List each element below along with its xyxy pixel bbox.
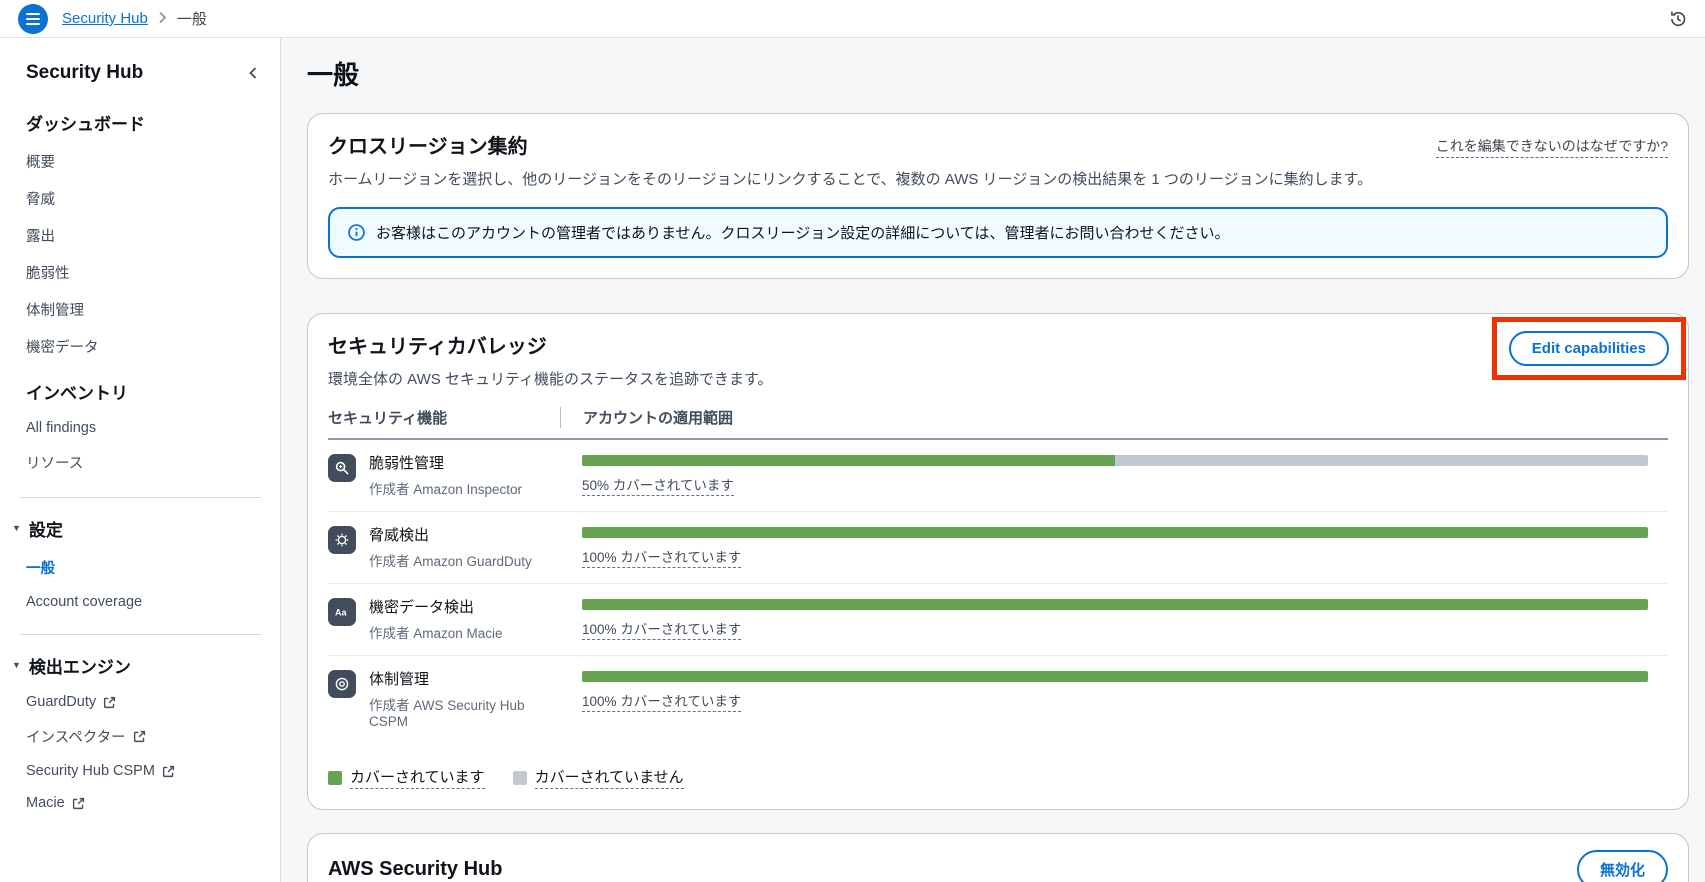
external-link-icon	[133, 730, 145, 743]
legend-covered-link[interactable]: カバーされています	[350, 766, 485, 789]
breadcrumb-separator-icon	[158, 11, 167, 26]
coverage-percentage-link[interactable]: 100% カバーされています	[582, 546, 742, 568]
history-icon[interactable]	[1669, 10, 1687, 28]
sidebar-item-overview[interactable]: 概要	[0, 143, 280, 180]
external-link-icon	[104, 696, 116, 708]
sidebar-item-macie[interactable]: Macie	[0, 787, 280, 819]
aws-security-hub-title: AWS Security Hub	[328, 858, 503, 880]
feature-name: 脆弱性管理	[369, 455, 445, 472]
main-content: 一般 クロスリージョン集約 これを編集できないのはなぜですか? ホームリージョン…	[281, 38, 1705, 882]
sidebar-item-vulnerabilities[interactable]: 脆弱性	[0, 254, 280, 291]
sidebar-item-general[interactable]: 一般	[0, 549, 280, 586]
covered-swatch-icon	[328, 770, 342, 785]
breadcrumb: Security Hub 一般	[62, 8, 207, 29]
sensitive-data-letters-icon: Aa	[328, 598, 356, 626]
sidebar-heading-dashboard: ダッシュボード	[26, 115, 145, 134]
security-coverage-description: 環境全体の AWS セキュリティ機能のステータスを追跡できます。	[328, 371, 773, 388]
sidebar-section-detection-engines[interactable]: ▼ 検出エンジン	[0, 649, 280, 686]
coverage-percentage-link[interactable]: 50% カバーされています	[582, 474, 734, 496]
feature-provider: 作成者 Amazon GuardDuty	[369, 554, 532, 569]
feature-name: 機密データ検出	[369, 599, 475, 616]
coverage-percentage-link[interactable]: 100% カバーされています	[582, 690, 742, 712]
feature-name: 体制管理	[369, 671, 430, 688]
chevron-down-icon: ▼	[12, 523, 21, 533]
annotation-highlight-box: Edit capabilities	[1491, 317, 1686, 380]
sidebar-divider	[20, 634, 261, 635]
coverage-table: セキュリティ機能 アカウントの適用範囲 脆弱性管理 作成者 Amazon Ins…	[328, 407, 1668, 742]
not-administrator-info-alert: お客様はこのアカウントの管理者ではありません。クロスリージョン設定の詳細について…	[328, 207, 1668, 258]
security-coverage-card: セキュリティカバレッジ 環境全体の AWS セキュリティ機能のステータスを追跡で…	[307, 313, 1689, 810]
sidebar-divider	[20, 497, 261, 498]
security-coverage-title: セキュリティカバレッジ	[328, 336, 547, 358]
coverage-legend: カバーされています カバーされていません	[328, 766, 1668, 789]
threat-virus-icon	[328, 526, 356, 554]
edit-capabilities-button[interactable]: Edit capabilities	[1508, 331, 1669, 366]
svg-text:Aa: Aa	[335, 608, 347, 618]
sidebar-item-security-hub-cspm[interactable]: Security Hub CSPM	[0, 755, 280, 787]
table-row-posture-management: 体制管理 作成者 AWS Security Hub CSPM 100% カバーさ…	[328, 656, 1668, 742]
sidebar-item-resources[interactable]: リソース	[0, 444, 280, 481]
legend-not-covered-link[interactable]: カバーされていません	[534, 766, 684, 789]
external-link-icon	[72, 797, 84, 809]
feature-provider: 作成者 AWS Security Hub CSPM	[369, 698, 525, 729]
feature-name: 脅威検出	[369, 527, 430, 544]
sidebar-title: Security Hub	[26, 62, 144, 83]
cross-region-card-title: クロスリージョン集約	[328, 136, 528, 158]
chevron-down-icon: ▼	[12, 660, 21, 670]
coverage-progress-bar	[582, 455, 1648, 466]
sidebar-item-posture-management[interactable]: 体制管理	[0, 291, 280, 328]
table-row-vulnerability-management: 脆弱性管理 作成者 Amazon Inspector 50% カバーされています	[328, 440, 1668, 512]
not-covered-swatch-icon	[512, 770, 527, 785]
sidebar-item-exposure[interactable]: 露出	[0, 217, 280, 254]
column-header-security-feature: セキュリティ機能	[328, 410, 448, 427]
feature-provider: 作成者 Amazon Inspector	[369, 482, 523, 497]
hamburger-menu-icon[interactable]	[18, 3, 48, 34]
why-cant-edit-link[interactable]: これを編集できないのはなぜですか?	[1435, 136, 1668, 158]
info-icon	[348, 224, 365, 241]
sidebar-item-inspector[interactable]: インスペクター	[0, 718, 280, 755]
cross-region-aggregation-card: クロスリージョン集約 これを編集できないのはなぜですか? ホームリージョンを選択…	[307, 113, 1689, 279]
feature-provider: 作成者 Amazon Macie	[369, 626, 503, 641]
sidebar-item-threats[interactable]: 脅威	[0, 180, 280, 217]
top-navigation-bar: Security Hub 一般	[0, 0, 1705, 38]
vulnerability-magnifier-icon	[328, 454, 356, 482]
sidebar-item-account-coverage[interactable]: Account coverage	[0, 586, 280, 618]
breadcrumb-security-hub-link[interactable]: Security Hub	[62, 10, 148, 27]
column-header-account-coverage: アカウントの適用範囲	[560, 407, 1668, 428]
page-title: 一般	[307, 60, 360, 90]
sidebar-collapse-icon[interactable]	[246, 65, 260, 81]
aws-security-hub-card: AWS Security Hub 無効化 ステータス 有効	[307, 833, 1689, 882]
alert-text: お客様はこのアカウントの管理者ではありません。クロスリージョン設定の詳細について…	[376, 225, 1230, 242]
coverage-progress-bar	[582, 599, 1648, 610]
coverage-progress-bar	[582, 671, 1648, 682]
posture-target-icon	[328, 670, 356, 698]
side-navigation: Security Hub ダッシュボード 概要 脅威 露出 脆弱性 体制管理 機…	[0, 38, 281, 882]
coverage-percentage-link[interactable]: 100% カバーされています	[582, 618, 742, 640]
sidebar-item-sensitive-data[interactable]: 機密データ	[0, 328, 280, 365]
disable-button[interactable]: 無効化	[1576, 850, 1668, 882]
coverage-progress-bar	[582, 527, 1648, 538]
table-row-threat-detection: 脅威検出 作成者 Amazon GuardDuty 100% カバーされています	[328, 512, 1668, 584]
sidebar-item-all-findings[interactable]: All findings	[0, 412, 280, 444]
table-row-sensitive-data-detection: Aa 機密データ検出 作成者 Amazon Macie 100% カバーされてい…	[328, 584, 1668, 656]
sidebar-item-guardduty[interactable]: GuardDuty	[0, 686, 280, 718]
sidebar-heading-inventory: インベントリ	[26, 384, 128, 403]
external-link-icon	[162, 765, 175, 777]
breadcrumb-current-page: 一般	[176, 11, 207, 28]
cross-region-description: ホームリージョンを選択し、他のリージョンをそのリージョンにリンクすることで、複数…	[328, 171, 1373, 188]
sidebar-section-settings[interactable]: ▼ 設定	[0, 512, 280, 549]
